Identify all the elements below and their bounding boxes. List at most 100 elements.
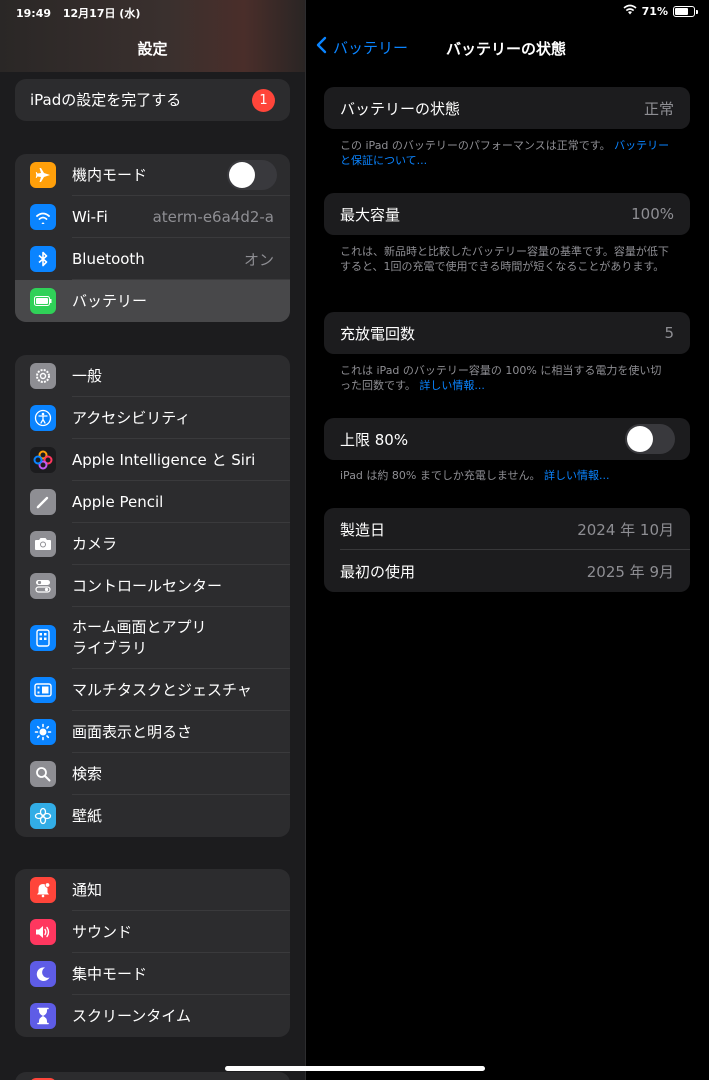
charge-limit-label: 上限 80% [340,430,409,449]
battery-health-label: バッテリーの状態 [340,99,461,118]
sidebar-item-label: コントロールセンター [72,576,223,595]
charge-limit-toggle[interactable] [625,424,675,454]
manufacture-date-value: 2024 年 10月 [577,520,674,539]
charge-limit-card: 上限 80% [324,418,690,460]
sidebar-item-label: アクセシビリティ [72,408,191,427]
home-indicator[interactable] [225,1066,485,1071]
sidebar-item-display[interactable]: 画面表示と明るさ [15,711,290,753]
charge-limit-info-link[interactable]: 詳しい情報... [544,469,610,482]
wifi-icon [30,204,56,230]
setup-group: iPadの設定を完了する 1 [15,79,290,121]
cycle-count-label: 充放電回数 [340,324,416,343]
sidebar-item-accessibility[interactable]: アクセシビリティ [15,397,290,439]
status-bar-right: 71% [623,4,698,18]
bluetooth-icon [30,246,56,272]
sidebar: 設定 iPadの設定を完了する 1 機内モード Wi-Fi aterm-e6a4… [0,0,305,1080]
page-title: バッテリーの状態 [446,40,567,58]
sidebar-item-battery[interactable]: バッテリー [15,280,290,322]
sidebar-item-home-screen[interactable]: ホーム画面とアプリ ライブラリ [15,607,290,669]
charge-limit-note-text: iPad は約 80% までしか充電しません。 [340,469,541,482]
sidebar-item-general[interactable]: 一般 [15,355,290,397]
cycle-count-row: 充放電回数 5 [324,312,690,354]
sidebar-item-label: 一般 [72,366,103,385]
sidebar-item-bluetooth[interactable]: Bluetooth オン [15,238,290,280]
status-date: 12月17日 (水) [62,7,141,20]
sidebar-item-label: サウンド [72,922,133,941]
sidebar-item-label: Wi-Fi [72,207,108,226]
cycle-count-info-link[interactable]: 詳しい情報... [419,379,485,392]
sidebar-item-label: マルチタスクとジェスチャ [72,680,252,699]
sidebar-item-label: Apple Pencil [72,492,164,511]
max-capacity-row: 最大容量 100% [324,193,690,235]
cycle-count-note: これは iPad のバッテリー容量の 100% に相当する電力を使い切った回数で… [340,363,670,393]
battery-health-row: バッテリーの状態 正常 [324,87,690,129]
toggle-knob [627,426,653,452]
notification-icon [30,877,56,903]
sidebar-item-notifications[interactable]: 通知 [15,869,290,911]
battery-dates-card: 製造日 2024 年 10月 最初の使用 2025 年 9月 [324,508,690,592]
sidebar-item-wallpaper[interactable]: 壁紙 [15,795,290,837]
sidebar-title: 設定 [137,40,168,58]
wifi-network-value: aterm-e6a4d2-a [152,208,274,226]
airplane-icon [30,162,56,188]
sidebar-item-screen-time[interactable]: スクリーンタイム [15,995,290,1037]
connectivity-group: 機内モード Wi-Fi aterm-e6a4d2-a Bluetooth オン … [15,154,290,322]
sidebar-item-control-center[interactable]: コントロールセンター [15,565,290,607]
sidebar-item-apple-intelligence[interactable]: Apple Intelligence と Siri [15,439,290,481]
cycle-count-value: 5 [664,324,674,342]
sidebar-item-multitasking[interactable]: マルチタスクとジェスチャ [15,669,290,711]
next-settings-group [15,1072,290,1080]
sidebar-item-sounds[interactable]: サウンド [15,911,290,953]
chevron-left-icon [316,36,327,58]
gear-icon [30,363,56,389]
moon-icon [30,961,56,987]
sidebar-item-camera[interactable]: カメラ [15,523,290,565]
charge-limit-note: iPad は約 80% までしか充電しません。 詳しい情報... [340,468,670,483]
wifi-status-icon [623,4,637,18]
sidebar-item-label: 壁紙 [72,806,103,825]
status-bar-left: 19:49 12月17日 (水) [16,5,148,21]
cycle-count-note-text: これは iPad のバッテリー容量の 100% に相当する電力を使い切った回数で… [340,364,662,392]
battery-health-note-text: この iPad のバッテリーのパフォーマンスは正常です。 [340,139,611,152]
sidebar-item-label: 機内モード [72,165,148,184]
battery-health-card: バッテリーの状態 正常 [324,87,690,129]
back-button[interactable]: バッテリー [316,36,408,58]
brightness-icon [30,719,56,745]
sidebar-item-airplane-mode[interactable]: 機内モード [15,154,290,196]
first-use-label: 最初の使用 [340,562,416,581]
sidebar-item-wifi[interactable]: Wi-Fi aterm-e6a4d2-a [15,196,290,238]
manufacture-date-row: 製造日 2024 年 10月 [324,508,690,550]
battery-level-fill [675,7,688,15]
setup-row[interactable]: iPadの設定を完了する 1 [15,79,290,121]
pencil-icon [30,489,56,515]
control-center-icon [30,573,56,599]
battery-percent: 71% [641,4,668,18]
hourglass-icon [30,1003,56,1029]
battery-health-value: 正常 [643,99,674,118]
manufacture-date-label: 製造日 [340,520,386,539]
sidebar-item-apple-pencil[interactable]: Apple Pencil [15,481,290,523]
sidebar-item-label: 集中モード [72,964,148,983]
battery-health-note: この iPad のバッテリーのパフォーマンスは正常です。 バッテリーと保証につい… [340,138,670,168]
back-button-label: バッテリー [333,38,409,57]
sidebar-item-label: ホーム画面とアプリ ライブラリ [72,618,207,657]
sound-icon [30,919,56,945]
general-group: 一般 アクセシビリティ Apple Intelligence と Siri Ap… [15,355,290,837]
setup-label: iPadの設定を完了する [30,90,182,109]
sidebar-item-label: 画面表示と明るさ [72,722,193,741]
search-icon [30,761,56,787]
airplane-mode-toggle[interactable] [227,160,277,190]
cycle-count-card: 充放電回数 5 [324,312,690,354]
sidebar-item-search[interactable]: 検索 [15,753,290,795]
sidebar-item-label: 検索 [72,764,103,783]
max-capacity-note: これは、新品時と比較したバッテリー容量の基準です。容量が低下すると、1回の充電で… [340,245,669,273]
sidebar-item-label: 通知 [72,880,103,899]
detail-pane: バッテリー バッテリーの状態 バッテリーの状態 正常 この iPad のバッテリ… [306,0,709,1080]
sidebar-item-label: スクリーンタイム [72,1006,191,1025]
charge-limit-row: 上限 80% [324,418,690,460]
bluetooth-status-value: オン [243,250,274,269]
sidebar-item-label: カメラ [72,534,118,553]
first-use-value: 2025 年 9月 [586,562,674,581]
first-use-row: 最初の使用 2025 年 9月 [324,550,690,592]
sidebar-item-focus[interactable]: 集中モード [15,953,290,995]
